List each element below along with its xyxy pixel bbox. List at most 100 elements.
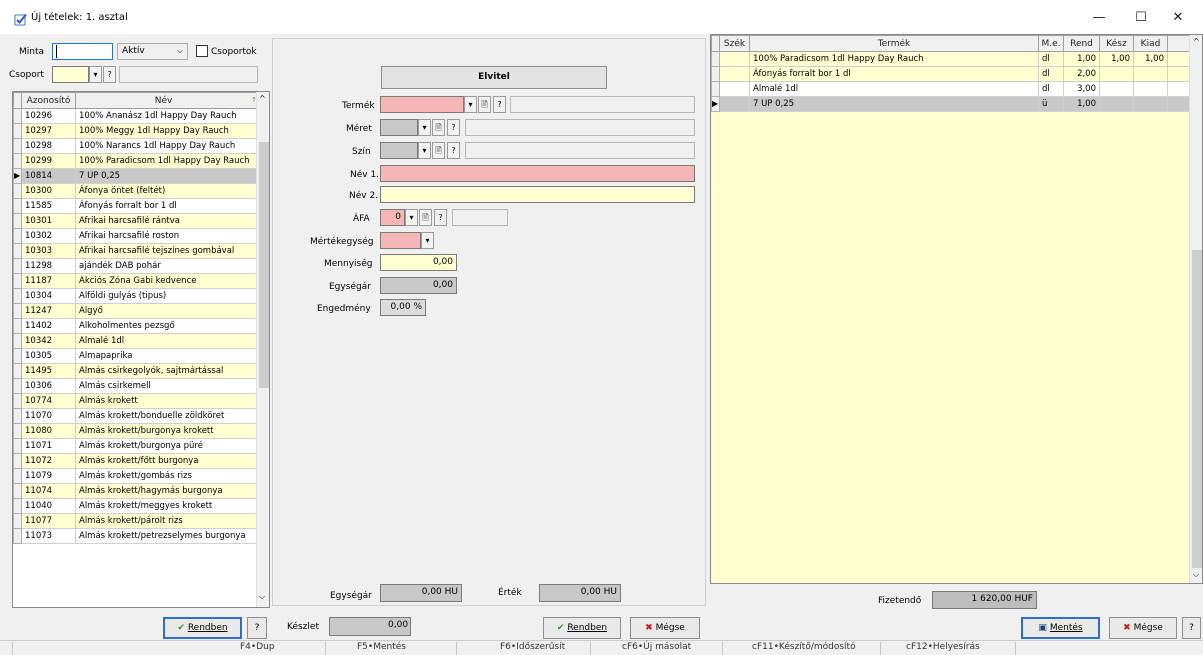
maximize-button[interactable]: ☐ — [1129, 8, 1153, 28]
list-item[interactable]: 10301 Afrikai harcsafilé rántva — [13, 213, 260, 229]
document-icon[interactable]: 🗎 — [432, 119, 445, 136]
order-row[interactable]: 100% Paradicsom 1dl Happy Day Rauch dl 1,0… — [711, 51, 1196, 67]
csoport-dropdown-button[interactable]: ▾ — [89, 66, 102, 83]
document-icon[interactable]: 🗎 — [478, 96, 491, 113]
list-item[interactable]: 11074 Almás krokett/hagymás burgonya — [13, 483, 260, 499]
list-item[interactable]: 10303 Afrikai harcsafilé tejszínes gombáv… — [13, 243, 260, 259]
termek-help-button[interactable]: ? — [493, 96, 506, 113]
help-button[interactable]: ? — [1182, 617, 1201, 639]
list-item[interactable]: 11247 Algyő — [13, 303, 260, 319]
status-helyesiras[interactable]: cF12•Helyesírás — [906, 642, 980, 652]
list-item[interactable]: 10305 Almapaprika — [13, 348, 260, 364]
document-icon[interactable]: 🗎 — [419, 209, 432, 226]
close-button[interactable]: ✕ — [1166, 8, 1190, 28]
minta-input[interactable] — [52, 43, 113, 60]
list-item[interactable]: 11072 Almás krokett/főtt burgonya — [13, 453, 260, 469]
afa-dropdown-button[interactable]: ▾ — [405, 209, 418, 226]
csoport-help-button[interactable]: ? — [103, 66, 116, 83]
order-product: 100% Paradicsom 1dl Happy Day Rauch — [749, 51, 1039, 67]
scroll-up-icon[interactable]: ^ — [259, 94, 266, 103]
list-item[interactable]: 10342 Almalé 1dl — [13, 333, 260, 349]
mennyiseg-label: Mennyiség — [324, 259, 373, 269]
status-uj-masolat[interactable]: cF6•Új másolat — [622, 642, 691, 652]
list-item[interactable]: 11071 Almás krokett/burgonya püré — [13, 438, 260, 454]
list-item[interactable]: 11298 ajándék DAB pohár — [13, 258, 260, 274]
mentes-button[interactable]: ▣ Mentés — [1021, 617, 1100, 639]
minimize-button[interactable]: — — [1087, 8, 1111, 28]
csoport-input[interactable] — [52, 66, 89, 83]
column-header-szek[interactable]: Szék — [719, 35, 750, 52]
list-item[interactable]: 10306 Almás csirkemell — [13, 378, 260, 394]
column-header-me[interactable]: M.e. — [1038, 35, 1064, 52]
csoportok-checkbox[interactable] — [196, 45, 208, 57]
nev2-input[interactable] — [380, 186, 695, 203]
form-megse-button[interactable]: ✖ Mégse — [630, 617, 700, 639]
order-row[interactable]: Almalé 1dl dl 3,00 — [711, 81, 1196, 97]
column-header-azonosito[interactable]: Azonosító — [21, 92, 76, 109]
scroll-down-icon[interactable]: ⌵ — [1193, 570, 1199, 580]
mertekegyseg-input[interactable] — [380, 232, 421, 249]
status-dup[interactable]: F4•Dup — [240, 642, 275, 652]
status-select[interactable]: Aktív ⌵ — [117, 43, 188, 60]
szin-help-button[interactable]: ? — [447, 142, 460, 159]
scroll-up-icon[interactable]: ^ — [1193, 37, 1200, 46]
mertekegyseg-dropdown-button[interactable]: ▾ — [421, 232, 434, 249]
fizetendo-label: Fizetendő — [878, 596, 922, 606]
row-indicator — [13, 258, 22, 274]
column-header-kesz[interactable]: Kész — [1099, 35, 1134, 52]
afa-input[interactable]: 0 — [380, 209, 405, 226]
status-keszito[interactable]: cF11•Készítő/módosító — [752, 642, 856, 652]
elvitel-button[interactable]: Elvitel — [381, 66, 607, 89]
list-item[interactable]: 11585 Áfonyás forralt bor 1 dl — [13, 198, 260, 214]
column-header-nev[interactable]: Név ↑ — [75, 92, 260, 109]
list-item[interactable]: 11495 Almás csirkegolyók, sajtmártással — [13, 363, 260, 379]
column-header-rend[interactable]: Rend — [1063, 35, 1100, 52]
list-item[interactable]: 10300 Áfonya öntet (feltét) — [13, 183, 260, 199]
szin-input[interactable] — [380, 142, 418, 159]
nev1-input[interactable] — [380, 165, 695, 182]
list-item[interactable]: 10298 100% Narancs 1dl Happy Day Rauch — [13, 138, 260, 154]
list-item[interactable]: 10302 Afrikai harcsafilé roston — [13, 228, 260, 244]
left-help-button[interactable]: ? — [247, 617, 267, 639]
meret-dropdown-button[interactable]: ▾ — [418, 119, 431, 136]
list-item[interactable]: 11080 Almás krokett/burgonya krokett — [13, 423, 260, 439]
scrollbar-thumb[interactable] — [1192, 250, 1202, 568]
item-id: 10306 — [21, 378, 76, 394]
meret-help-button[interactable]: ? — [447, 119, 460, 136]
item-name: Algyő — [75, 303, 260, 319]
list-item[interactable]: 11079 Almás krokett/gombás rizs — [13, 468, 260, 484]
list-item[interactable]: 10299 100% Paradicsom 1dl Happy Day Rauch — [13, 153, 260, 169]
termek-input[interactable] — [380, 96, 464, 113]
mennyiseg-input[interactable]: 0,00 — [380, 254, 457, 271]
product-list-scrollbar[interactable]: ^ ⌵ — [256, 92, 269, 607]
form-rendben-button[interactable]: ✔ Rendben — [543, 617, 621, 639]
list-item[interactable]: 11040 Almás krokett/meggyes krokett — [13, 498, 260, 514]
afa-help-button[interactable]: ? — [434, 209, 447, 226]
szin-dropdown-button[interactable]: ▾ — [418, 142, 431, 159]
meret-input[interactable] — [380, 119, 418, 136]
column-header-kiad[interactable]: Kiad — [1133, 35, 1168, 52]
list-item[interactable]: 11070 Almás krokett/bonduelle zöldköret — [13, 408, 260, 424]
list-item[interactable]: 11402 Alkoholmentes pezsgő — [13, 318, 260, 334]
list-item[interactable]: 10297 100% Meggy 1dl Happy Day Rauch — [13, 123, 260, 139]
order-row[interactable]: ▶ 7 UP 0,25 ü 1,00 — [711, 96, 1196, 112]
scrollbar-thumb[interactable] — [259, 142, 269, 388]
status-mentes[interactable]: F5•Mentés — [357, 642, 406, 652]
megse-button[interactable]: ✖ Mégse — [1109, 617, 1177, 639]
list-item[interactable]: 11077 Almás krokett/párolt rizs — [13, 513, 260, 529]
termek-dropdown-button[interactable]: ▾ — [464, 96, 477, 113]
left-rendben-button[interactable]: ✔ Rendben — [163, 617, 242, 639]
list-item[interactable]: 10296 100% Ananász 1dl Happy Day Rauch — [13, 108, 260, 124]
engedmeny-field[interactable]: 0,00 % — [380, 299, 426, 316]
column-header-termek[interactable]: Termék — [749, 35, 1039, 52]
scroll-down-icon[interactable]: ⌵ — [259, 592, 265, 602]
status-idoszerusit[interactable]: F6•Időszerűsít — [500, 642, 565, 652]
list-item[interactable]: 10304 Alföldi gulyás (tipus) — [13, 288, 260, 304]
order-row[interactable]: Áfonyás forralt bor 1 dl dl 2,00 — [711, 66, 1196, 82]
list-item[interactable]: 10774 Almás krokett — [13, 393, 260, 409]
list-item[interactable]: ▶ 10814 7 UP 0,25 — [13, 168, 260, 184]
list-item[interactable]: 11073 Almás krokett/petrezselymes burgony… — [13, 528, 260, 544]
list-item[interactable]: 11187 Akciós Zóna Gabi kedvence — [13, 273, 260, 289]
document-icon[interactable]: 🗎 — [432, 142, 445, 159]
order-grid-scrollbar[interactable]: ^ ⌵ — [1189, 35, 1202, 583]
